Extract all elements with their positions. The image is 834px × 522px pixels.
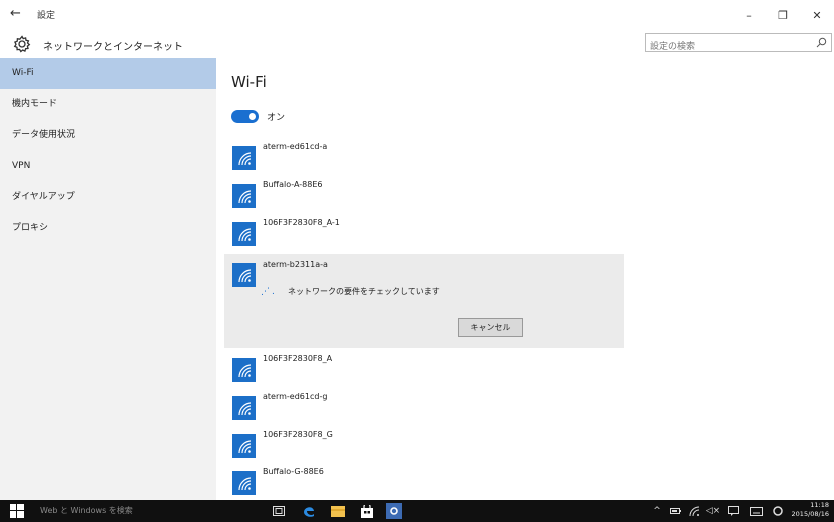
wifi-toggle-label: オン <box>267 112 286 123</box>
wifi-signal-icon <box>232 396 256 420</box>
window-controls: – ❐ ✕ <box>732 0 834 30</box>
wifi-signal-icon <box>232 471 256 495</box>
task-view-icon[interactable] <box>271 503 287 519</box>
sidebar-item-airplane-mode[interactable]: 機内モード <box>0 89 216 120</box>
wifi-signal-icon <box>232 263 256 287</box>
network-name: Buffalo-G-88E6 <box>263 467 324 476</box>
file-explorer-icon[interactable] <box>330 503 346 519</box>
wifi-signal-icon <box>232 222 256 246</box>
network-item[interactable]: aterm-ed61cd-a <box>224 138 624 173</box>
network-name: aterm-b2311a-a <box>263 260 328 269</box>
wifi-signal-icon <box>232 184 256 208</box>
sidebar-item-data-usage[interactable]: データ使用状況 <box>0 120 216 151</box>
sidebar-item-dial-up[interactable]: ダイヤルアップ <box>0 182 216 213</box>
network-name: aterm-ed61cd-g <box>263 392 328 401</box>
store-icon[interactable] <box>359 503 375 519</box>
connection-status: ネットワークの要件をチェックしています <box>288 287 440 296</box>
network-item[interactable]: 106F3F2830F8_G <box>224 426 624 461</box>
keyboard-icon[interactable] <box>748 504 764 518</box>
wifi-signal-icon <box>232 146 256 170</box>
windows-start-icon[interactable] <box>10 504 24 518</box>
battery-icon[interactable] <box>669 504 681 518</box>
network-name: aterm-ed61cd-a <box>263 142 328 151</box>
wifi-tray-icon[interactable] <box>688 504 700 518</box>
progress-spinner-icon: ⋰. <box>261 287 277 297</box>
taskbar-clock[interactable]: 11:18 2015/08/16 <box>785 501 829 519</box>
edge-browser-icon[interactable] <box>301 503 317 519</box>
settings-taskbar-icon[interactable] <box>386 503 402 519</box>
maximize-button[interactable]: ❐ <box>766 0 800 30</box>
wifi-toggle[interactable] <box>231 109 259 123</box>
taskbar: Web と Windows を検索 ^ ◁× 11:18 2015/08/16 <box>0 500 834 522</box>
title-bar: ← 設定 – ❐ ✕ <box>0 0 834 30</box>
network-item-connecting[interactable]: aterm-b2311a-a ⋰. ネットワークの要件をチェックしています キャ… <box>224 254 624 348</box>
wifi-toggle-row: オン <box>231 109 285 123</box>
network-item[interactable]: 106F3F2830F8_A-1 <box>224 214 624 249</box>
clock-date: 2015/08/16 <box>791 510 829 518</box>
back-button[interactable]: ← <box>10 6 21 21</box>
wifi-signal-icon <box>232 358 256 382</box>
input-method-icon[interactable] <box>772 504 784 518</box>
wifi-signal-icon <box>232 434 256 458</box>
window-title: 設定 <box>37 11 56 21</box>
network-name: 106F3F2830F8_A-1 <box>263 218 340 227</box>
network-name: Buffalo-A-88E6 <box>263 180 323 189</box>
page-title: ネットワークとインターネット <box>43 42 183 53</box>
section-title: Wi-Fi <box>231 73 267 91</box>
minimize-button[interactable]: – <box>732 0 766 30</box>
network-item[interactable]: 106F3F2830F8_A <box>224 350 624 385</box>
sidebar: Wi-Fi 機内モード データ使用状況 VPN ダイヤルアップ プロキシ <box>0 58 216 500</box>
cancel-button[interactable]: キャンセル <box>458 318 523 337</box>
gear-icon <box>13 35 31 53</box>
action-center-icon[interactable] <box>727 504 739 518</box>
clock-time: 11:18 <box>810 501 829 509</box>
page-header: ネットワークとインターネット <box>0 30 834 58</box>
network-item[interactable]: Buffalo-A-88E6 <box>224 176 624 211</box>
search-icon[interactable] <box>816 37 827 48</box>
sidebar-item-vpn[interactable]: VPN <box>0 151 216 182</box>
network-name: 106F3F2830F8_A <box>263 354 333 363</box>
network-name: 106F3F2830F8_G <box>263 430 333 439</box>
sidebar-item-proxy[interactable]: プロキシ <box>0 213 216 244</box>
network-item[interactable]: Buffalo-G-88E6 <box>224 463 624 498</box>
close-button[interactable]: ✕ <box>800 0 834 30</box>
taskbar-search[interactable]: Web と Windows を検索 <box>40 505 133 516</box>
main-content: Wi-Fi オン aterm-ed61cd-a Buffalo-A-88E6 1… <box>216 58 834 500</box>
sidebar-item-wifi[interactable]: Wi-Fi <box>0 58 216 89</box>
chevron-up-icon[interactable]: ^ <box>651 504 663 518</box>
network-item[interactable]: aterm-ed61cd-g <box>224 388 624 423</box>
toggle-knob <box>249 112 256 120</box>
search-box[interactable] <box>645 33 832 55</box>
volume-icon[interactable]: ◁× <box>706 504 720 518</box>
search-input[interactable] <box>646 39 810 55</box>
